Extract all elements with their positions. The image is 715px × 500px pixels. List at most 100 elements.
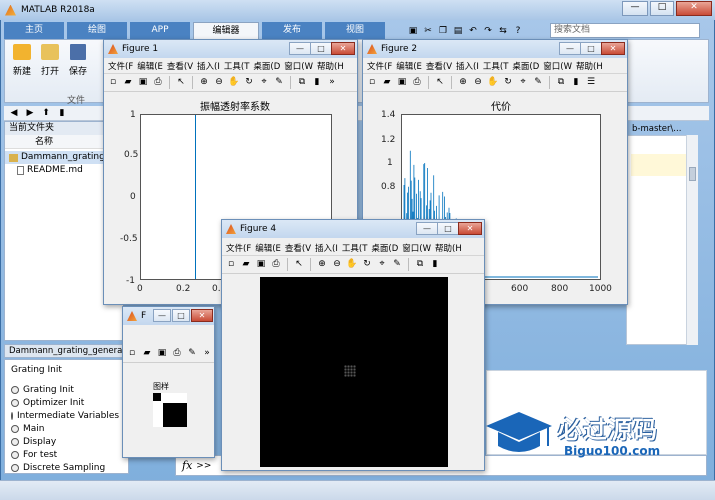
outline-item[interactable]: Grating Init <box>11 383 122 396</box>
outline-item[interactable]: For test <box>11 448 122 461</box>
editor-scrollbar[interactable] <box>686 135 698 345</box>
minimize-button[interactable]: — <box>622 1 648 16</box>
save-figure-icon[interactable]: ▣ <box>137 77 149 89</box>
close-button[interactable]: ✕ <box>191 309 213 322</box>
pan-icon[interactable]: ✋ <box>346 259 358 271</box>
paste-icon[interactable]: ▤ <box>452 26 464 38</box>
tab-editor[interactable]: 编辑器 <box>193 22 259 39</box>
open-button[interactable]: 打开 <box>37 44 63 77</box>
save-quick-icon[interactable]: ▣ <box>407 26 419 38</box>
maximize-button[interactable]: □ <box>650 1 674 16</box>
menu-item[interactable]: 帮助(H <box>435 242 462 254</box>
pointer-icon[interactable]: ↖ <box>175 77 187 89</box>
tab-plots[interactable]: 绘图 <box>67 22 127 39</box>
minimize-button[interactable]: — <box>289 42 311 55</box>
data-cursor-icon[interactable]: ⌖ <box>258 77 270 89</box>
zoom-out-icon[interactable]: ⊖ <box>331 259 343 271</box>
rotate-icon[interactable]: ↻ <box>361 259 373 271</box>
menu-item[interactable]: 桌面(D <box>512 60 539 72</box>
cut-icon[interactable]: ✂ <box>422 26 434 38</box>
new-figure-icon[interactable]: ▫ <box>366 77 378 89</box>
menu-item[interactable]: 工具(T <box>342 242 368 254</box>
zoom-in-icon[interactable]: ⊕ <box>198 77 210 89</box>
link-plot-icon[interactable]: ⧉ <box>296 77 308 89</box>
menu-item[interactable]: 插入(I <box>315 242 338 254</box>
copy-icon[interactable]: ❐ <box>437 26 449 38</box>
new-figure-icon[interactable]: ▫ <box>107 77 119 89</box>
close-button[interactable]: ✕ <box>601 42 625 55</box>
new-figure-icon[interactable]: ▫ <box>126 348 138 360</box>
maximize-button[interactable]: □ <box>580 42 602 55</box>
link-plot-icon[interactable]: ⧉ <box>414 259 426 271</box>
menu-item[interactable]: 窗口(W <box>543 60 572 72</box>
browse-folder-icon[interactable]: ▮ <box>56 107 68 119</box>
fx-icon[interactable]: fx <box>182 459 192 472</box>
data-cursor-icon[interactable]: ⌖ <box>517 77 529 89</box>
save-figure-icon[interactable]: ▣ <box>396 77 408 89</box>
rotate-icon[interactable]: ↻ <box>502 77 514 89</box>
colorbar-icon[interactable]: ▮ <box>311 77 323 89</box>
menu-item[interactable]: 帮助(H <box>317 60 344 72</box>
save-figure-icon[interactable]: ▣ <box>255 259 267 271</box>
save-button[interactable]: 保存 <box>65 44 91 77</box>
menu-item[interactable]: 编辑(E <box>137 60 163 72</box>
menu-item[interactable]: 文件(F <box>108 60 133 72</box>
pointer-icon[interactable]: ↖ <box>293 259 305 271</box>
open-file-icon[interactable]: ▰ <box>122 77 134 89</box>
figure-4-image[interactable] <box>260 277 448 467</box>
pan-icon[interactable]: ✋ <box>228 77 240 89</box>
scroll-thumb[interactable] <box>689 167 696 181</box>
zoom-out-icon[interactable]: ⊖ <box>472 77 484 89</box>
new-button[interactable]: 新建 <box>9 44 35 77</box>
brush-icon[interactable]: ✎ <box>186 348 198 360</box>
menu-item[interactable]: 插入(I <box>456 60 479 72</box>
search-documentation[interactable]: 搜索文档 <box>550 23 700 38</box>
minimize-button[interactable]: — <box>153 309 171 322</box>
zoom-in-icon[interactable]: ⊕ <box>457 77 469 89</box>
open-file-icon[interactable]: ▰ <box>240 259 252 271</box>
menu-item[interactable]: 查看(V <box>285 242 311 254</box>
outline-item[interactable]: Display <box>11 435 122 448</box>
up-folder-icon[interactable]: ⬆ <box>40 107 52 119</box>
menu-item[interactable]: 文件(F <box>367 60 392 72</box>
print-icon[interactable]: ⎙ <box>270 259 282 271</box>
menu-item[interactable]: 帮助(H <box>576 60 603 72</box>
maximize-button[interactable]: □ <box>437 222 459 235</box>
figure-3-titlebar[interactable]: F — □ ✕ <box>123 307 214 325</box>
editor-tab[interactable]: Dammann_grating_generator <box>4 344 129 358</box>
open-file-icon[interactable]: ▰ <box>141 348 153 360</box>
menu-item[interactable]: 窗口(W <box>402 242 431 254</box>
zoom-in-icon[interactable]: ⊕ <box>316 259 328 271</box>
print-icon[interactable]: ⎙ <box>152 77 164 89</box>
save-figure-icon[interactable]: ▣ <box>156 348 168 360</box>
tab-apps[interactable]: APP <box>130 22 190 39</box>
outline-item[interactable]: Intermediate Variables I <box>11 409 125 422</box>
maximize-button[interactable]: □ <box>310 42 332 55</box>
switch-windows-icon[interactable]: ⇆ <box>497 26 509 38</box>
link-plot-icon[interactable]: ⧉ <box>555 77 567 89</box>
open-file-icon[interactable]: ▰ <box>381 77 393 89</box>
colorbar-icon[interactable]: ▮ <box>570 77 582 89</box>
figure-2-titlebar[interactable]: Figure 2 — □ ✕ <box>363 40 627 58</box>
menu-item[interactable]: 工具(T <box>224 60 250 72</box>
zoom-out-icon[interactable]: ⊖ <box>213 77 225 89</box>
tab-home[interactable]: 主页 <box>4 22 64 39</box>
overflow-icon[interactable]: » <box>201 348 213 360</box>
figure-1-titlebar[interactable]: Figure 1 — □ ✕ <box>104 40 357 58</box>
menu-item[interactable]: 窗口(W <box>284 60 313 72</box>
new-figure-icon[interactable]: ▫ <box>225 259 237 271</box>
figure-3-window[interactable]: F — □ ✕ ▫ ▰ ▣ ⎙ ✎ » 图样 <box>122 306 215 458</box>
menu-item[interactable]: 桌面(D <box>253 60 280 72</box>
help-icon[interactable]: ? <box>512 26 524 38</box>
minimize-button[interactable]: — <box>416 222 438 235</box>
close-button[interactable]: ✕ <box>676 1 712 16</box>
undo-icon[interactable]: ↶ <box>467 26 479 38</box>
colorbar-icon[interactable]: ▮ <box>429 259 441 271</box>
pointer-icon[interactable]: ↖ <box>434 77 446 89</box>
overflow-icon[interactable]: » <box>326 77 338 89</box>
back-icon[interactable]: ◀ <box>8 107 20 119</box>
figure-3-image[interactable] <box>153 393 187 427</box>
minimize-button[interactable]: — <box>559 42 581 55</box>
menu-item[interactable]: 编辑(E <box>396 60 422 72</box>
menu-item[interactable]: 插入(I <box>197 60 220 72</box>
